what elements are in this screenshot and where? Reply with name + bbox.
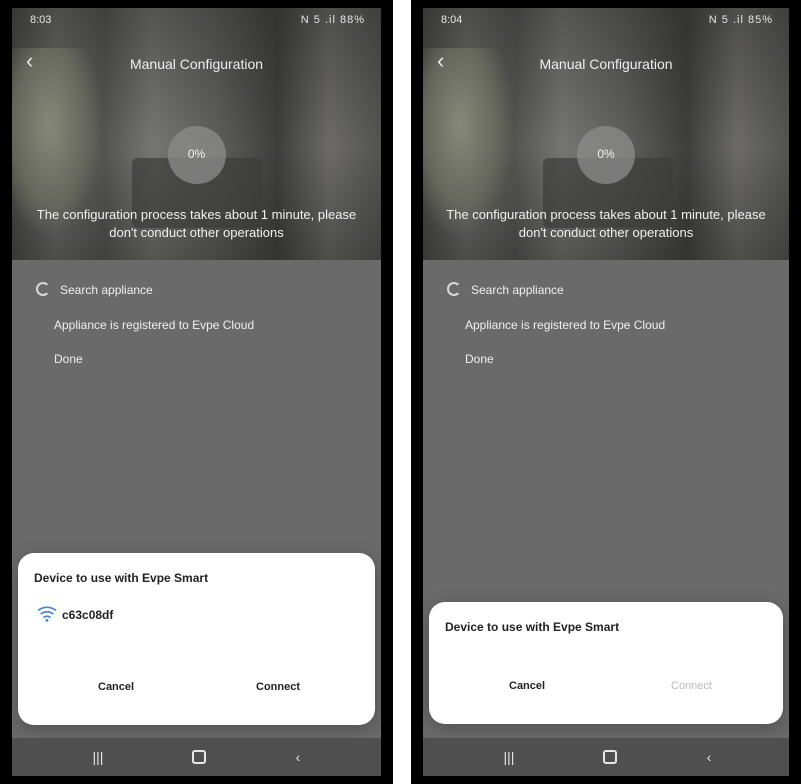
configuration-notice: The configuration process takes about 1 … xyxy=(446,207,766,240)
top-bar: ‹ Manual Configuration xyxy=(12,42,381,82)
step-label: Search appliance xyxy=(471,283,564,297)
dialog-heading: Device to use with Evpe Smart xyxy=(34,571,209,585)
status-bar: 8:03 N 5 .il 88% xyxy=(12,8,381,32)
step-label: Done xyxy=(465,352,494,366)
step-done: Done xyxy=(465,352,494,366)
step-label: Done xyxy=(54,352,83,366)
status-time: 8:04 xyxy=(441,14,463,26)
spinner-icon xyxy=(36,282,50,296)
page-title: Manual Configuration xyxy=(129,56,264,72)
step-registered: Appliance is registered to Evpe Cloud xyxy=(465,318,665,332)
device-dialog: Device to use with Evpe Smart Cancel Con… xyxy=(429,602,783,724)
dialog-actions: Cancel Connect xyxy=(18,681,375,701)
back-icon[interactable]: ‹ xyxy=(286,748,310,766)
step-label: Appliance is registered to Evpe Cloud xyxy=(465,318,666,332)
dialog-actions: Cancel Connect xyxy=(429,680,783,700)
cancel-button[interactable]: Cancel xyxy=(509,680,545,692)
device-name[interactable]: c63c08df xyxy=(62,608,113,622)
home-icon[interactable] xyxy=(603,750,617,764)
status-bar: 8:04 N 5 .il 85% xyxy=(423,8,789,32)
cancel-button[interactable]: Cancel xyxy=(98,681,134,693)
app-screen: 8:03 N 5 .il 88% ‹ Manual Configuration … xyxy=(12,8,381,776)
device-dialog: Device to use with Evpe Smart c63c08df C… xyxy=(18,553,375,725)
configuration-notice: The configuration process takes about 1 … xyxy=(36,207,357,240)
progress-percent: 0% xyxy=(597,147,615,161)
status-time: 8:03 xyxy=(30,14,52,26)
page-title: Manual Configuration xyxy=(539,56,673,72)
progress-indicator: 0% xyxy=(577,126,635,184)
recent-apps-icon[interactable]: ||| xyxy=(497,748,521,766)
recent-apps-icon[interactable]: ||| xyxy=(86,748,110,766)
step-search-appliance: Search appliance xyxy=(36,282,153,297)
connect-button[interactable]: Connect xyxy=(671,680,712,692)
progress-indicator: 0% xyxy=(167,126,226,184)
step-label: Appliance is registered to Evpe Cloud xyxy=(54,318,255,332)
home-icon[interactable] xyxy=(192,750,206,764)
phone-screenshot-right: 8:04 N 5 .il 85% ‹ Manual Configuration … xyxy=(411,0,801,784)
back-icon[interactable]: ‹ xyxy=(697,748,721,766)
status-icons: N 5 .il 85% xyxy=(708,14,773,26)
spinner-icon xyxy=(447,282,461,296)
top-bar: ‹ Manual Configuration xyxy=(423,42,789,82)
app-screen: 8:04 N 5 .il 85% ‹ Manual Configuration … xyxy=(423,8,789,776)
status-icons: N 5 .il 88% xyxy=(300,14,365,26)
dialog-heading: Device to use with Evpe Smart xyxy=(445,620,620,634)
progress-percent: 0% xyxy=(187,147,206,161)
phone-screenshot-left: 8:03 N 5 .il 88% ‹ Manual Configuration … xyxy=(0,0,393,784)
android-nav-bar: ||| ‹ xyxy=(423,738,789,776)
step-label: Search appliance xyxy=(60,283,153,297)
step-done: Done xyxy=(54,352,83,366)
android-nav-bar: ||| ‹ xyxy=(12,738,381,776)
wifi-icon xyxy=(37,606,57,622)
connect-button[interactable]: Connect xyxy=(256,681,300,693)
step-registered: Appliance is registered to Evpe Cloud xyxy=(54,318,254,332)
step-search-appliance: Search appliance xyxy=(447,282,564,297)
